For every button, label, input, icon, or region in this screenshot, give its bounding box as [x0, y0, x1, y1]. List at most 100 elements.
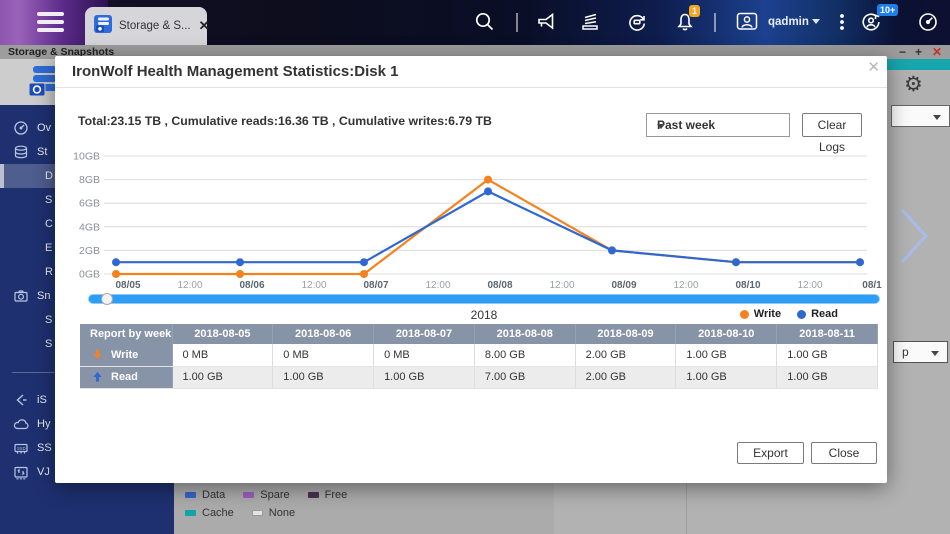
notification-badge: 1: [689, 5, 700, 17]
table-header-date: 2018-08-06: [273, 324, 374, 344]
pool-legend-cache: Cache: [185, 507, 234, 519]
background-dropdown-2[interactable]: p: [893, 341, 948, 363]
pool-legend-row-1: DataSpareFree: [185, 489, 365, 501]
pool-legend: DataSpareFree CacheNone: [174, 483, 554, 534]
svg-text:12:00: 12:00: [425, 280, 450, 291]
svg-text:4GB: 4GB: [79, 221, 100, 233]
svg-text:12:00: 12:00: [177, 280, 202, 291]
app-tab-storage-snapshots[interactable]: Storage & S... ✕: [85, 7, 207, 45]
carousel-next-icon[interactable]: [897, 205, 933, 267]
window-maximize-icon[interactable]: +: [915, 45, 922, 59]
sidebar-item-label: R: [45, 266, 53, 278]
iwhm-statistics-dialog: IronWolf Health Management Statistics:Di…: [55, 56, 887, 483]
pool-legend-none: None: [252, 507, 295, 519]
main-menu-button[interactable]: [37, 12, 64, 33]
svg-text:SSD: SSD: [17, 446, 26, 451]
table-header-date: 2018-08-05: [172, 324, 273, 344]
table-cell: 1.00 GB: [777, 344, 878, 366]
legend-write: Write: [740, 308, 781, 320]
taskbar-separator-2: [714, 13, 716, 32]
table-header-date: 2018-08-11: [777, 324, 878, 344]
svg-text:12:00: 12:00: [797, 280, 822, 291]
svg-text:6GB: 6GB: [79, 198, 100, 210]
table-cell: 1.00 GB: [273, 366, 374, 388]
dialog-title-divider: [55, 87, 887, 88]
svg-text:2GB: 2GB: [79, 245, 100, 257]
period-caret-icon: [657, 124, 665, 129]
sidebar-item-label: iS: [37, 394, 47, 406]
table-header-date: 2018-08-10: [676, 324, 777, 344]
iscsi-icon: [13, 392, 30, 409]
time-range-slider[interactable]: [88, 294, 880, 304]
svg-text:12:00: 12:00: [549, 280, 574, 291]
row-label-read: Read: [80, 366, 172, 388]
table-cell: 0 MB: [273, 344, 374, 366]
table-header-report-by-week: Report by week: [80, 324, 172, 344]
sidebar-item-label: S: [45, 338, 52, 350]
ssd-icon: SSD: [13, 440, 30, 457]
export-button[interactable]: Export: [737, 442, 804, 464]
user-avatar-icon[interactable]: [736, 11, 758, 33]
pool-legend-spare: Spare: [243, 489, 289, 501]
logs-icon[interactable]: [579, 11, 601, 33]
taskbar-separator: [516, 13, 518, 32]
window-minimize-icon[interactable]: −: [899, 45, 906, 59]
table-cell: 1.00 GB: [676, 366, 777, 388]
table-header-date: 2018-08-07: [374, 324, 475, 344]
row-label-write: Write: [80, 344, 172, 366]
search-icon[interactable]: [474, 11, 496, 33]
report-table: Report by week2018-08-052018-08-062018-0…: [80, 324, 878, 389]
pool-legend-row-2: Cache None: [185, 507, 313, 519]
sidebar-item-label: Sn: [37, 290, 50, 302]
table-cell: 2.00 GB: [575, 366, 676, 388]
pool-legend-free: Free: [308, 489, 348, 501]
dashboard-icon[interactable]: [917, 11, 939, 33]
storage-app-icon: [93, 14, 113, 39]
slider-handle[interactable]: [101, 293, 113, 305]
sidebar-item-label: VJ: [37, 466, 50, 478]
period-select[interactable]: Past week: [646, 113, 790, 137]
dropdown-caret-icon-2: [931, 351, 939, 356]
dialog-close-icon[interactable]: ✕: [867, 58, 880, 76]
table-cell: 2.00 GB: [575, 344, 676, 366]
table-header-date: 2018-08-09: [575, 324, 676, 344]
more-options-icon[interactable]: [831, 11, 853, 33]
chart-legend: WriteRead: [740, 308, 838, 320]
background-dropdown[interactable]: [891, 105, 950, 127]
svg-text:12:00: 12:00: [301, 280, 326, 291]
sidebar-item-label: S: [45, 314, 52, 326]
dropdown-partial-text: p: [902, 345, 909, 359]
period-select-value: Past week: [657, 118, 715, 132]
table-cell: 1.00 GB: [172, 366, 273, 388]
table-row-write: Write0 MB0 MB0 MB8.00 GB2.00 GB1.00 GB1.…: [80, 344, 878, 366]
window-close-icon[interactable]: ✕: [932, 45, 942, 59]
svg-text:0GB: 0GB: [79, 269, 100, 281]
sidebar-item-label: St: [37, 146, 47, 158]
svg-text:08/08: 08/08: [487, 280, 512, 291]
clear-logs-button[interactable]: Clear Logs: [802, 113, 862, 137]
user-menu-caret-icon[interactable]: [812, 19, 820, 24]
table-cell: 1.00 GB: [676, 344, 777, 366]
table-cell: 1.00 GB: [374, 366, 475, 388]
taskbar: Storage & S... ✕ 1 qadmin 10+: [0, 0, 950, 45]
table-cell: 1.00 GB: [777, 366, 878, 388]
dropdown-caret-icon: [933, 115, 941, 120]
svg-text:08/10: 08/10: [735, 280, 760, 291]
settings-gear-icon[interactable]: ⚙: [904, 72, 923, 97]
usage-summary: Total:23.15 TB , Cumulative reads:16.36 …: [78, 114, 492, 128]
tab-close-icon[interactable]: ✕: [199, 18, 210, 34]
sidebar-item-label: D: [45, 170, 53, 182]
iwhm-chart: 10GB8GB6GB4GB2GB0GB08/0512:0008/0612:000…: [55, 148, 887, 300]
svg-text:08/1: 08/1: [862, 280, 882, 291]
close-button[interactable]: Close: [811, 442, 877, 464]
username-label[interactable]: qadmin: [768, 16, 809, 28]
announcement-icon[interactable]: [536, 11, 558, 33]
sidebar-item-label: Ov: [37, 122, 51, 134]
panel-divider: [686, 483, 687, 534]
table-cell: 8.00 GB: [474, 344, 575, 366]
table-row-read: Read1.00 GB1.00 GB1.00 GB7.00 GB2.00 GB1…: [80, 366, 878, 388]
sidebar-item-label: C: [45, 218, 53, 230]
table-cell: 0 MB: [172, 344, 273, 366]
svg-text:08/06: 08/06: [239, 280, 264, 291]
sync-status-icon[interactable]: [626, 11, 648, 33]
